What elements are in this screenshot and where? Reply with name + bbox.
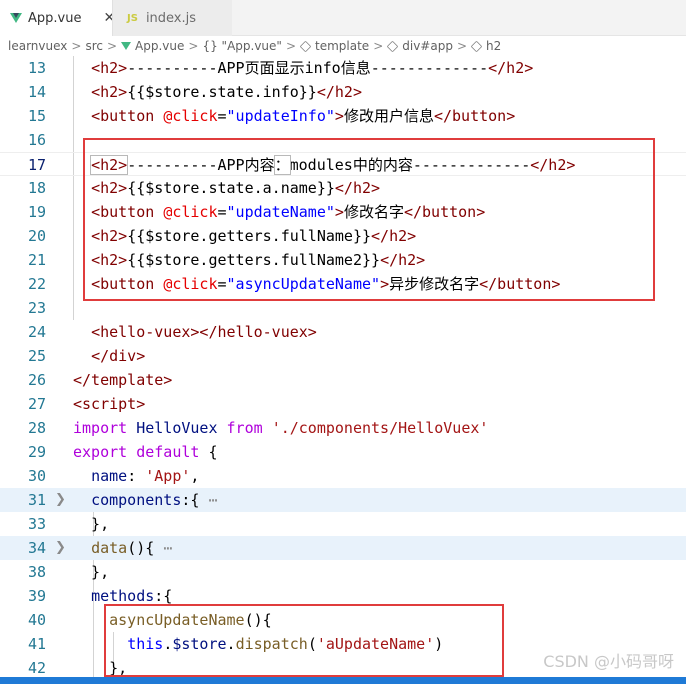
breadcrumb-item-src[interactable]: src [85, 39, 103, 53]
editor-tab-bar: App.vue ✕ JS index.js [0, 0, 686, 36]
highlight-box-methods [104, 604, 504, 677]
line-number: 31 [27, 491, 46, 509]
line-number: 29 [27, 443, 46, 461]
tab-label: App.vue [28, 10, 82, 26]
chevron-right-icon[interactable]: ❯ [55, 536, 66, 560]
line-number: 21 [27, 251, 46, 269]
breadcrumb-item-h2[interactable]: h2 [470, 39, 502, 53]
breadcrumb-item-module[interactable]: {} "App.vue" [202, 39, 281, 53]
breadcrumb-separator: > [285, 39, 297, 53]
code-text: }, [73, 563, 110, 581]
line-number: 13 [27, 59, 46, 77]
line-number: 14 [27, 83, 46, 101]
line-number: 24 [27, 323, 46, 341]
breadcrumb-item-div[interactable]: div#app [386, 39, 453, 53]
code-line-folded: 34 ❯ data(){ ⋯ [0, 536, 686, 560]
line-number: 40 [27, 611, 46, 629]
code-text: </template> [73, 371, 173, 389]
breadcrumb-item-file[interactable]: App.vue [121, 39, 184, 53]
line-number: 38 [27, 563, 46, 581]
breadcrumb-separator: > [373, 39, 384, 53]
line-number: 27 [27, 395, 46, 413]
tab-index-js[interactable]: JS index.js [112, 0, 232, 36]
code-text: </div> [91, 347, 146, 365]
chevron-right-icon[interactable]: ❯ [55, 488, 66, 512]
line-number: 41 [27, 635, 46, 653]
code-text: components:{ ⋯ [91, 491, 218, 509]
breadcrumb-item-folder[interactable]: learnvuex [8, 39, 67, 53]
code-text: <h2>----------APP页面显示info信息-------------… [91, 59, 534, 77]
breadcrumb-separator: > [71, 39, 82, 53]
code-line: 38 }, [0, 560, 686, 584]
vue-file-icon [10, 13, 22, 23]
code-text: data(){ ⋯ [91, 539, 173, 557]
line-number: 18 [27, 179, 46, 197]
highlight-box-template [83, 138, 655, 301]
symbol-element-icon [299, 40, 312, 52]
line-number: 16 [27, 131, 46, 149]
breadcrumb-label: h2 [486, 39, 502, 53]
tab-app-vue[interactable]: App.vue ✕ [0, 0, 115, 36]
code-text: <button @click="updateInfo">修改用户信息</butt… [91, 107, 516, 125]
code-line: 25 </div> [0, 344, 686, 368]
line-number: 34 [27, 539, 46, 557]
code-line: 28 import HelloVuex from './components/H… [0, 416, 686, 440]
line-number: 22 [27, 275, 46, 293]
line-number: 33 [27, 515, 46, 533]
code-text: <hello-vuex></hello-vuex> [91, 323, 317, 341]
breadcrumb-label: App.vue [135, 39, 185, 53]
code-text: <script> [73, 395, 146, 413]
breadcrumb-separator: > [188, 39, 199, 53]
code-line: 14 <h2>{{$store.state.info}}</h2> [0, 80, 686, 104]
breadcrumb-item-template[interactable]: template [299, 39, 370, 53]
line-number: 39 [27, 587, 46, 605]
code-line: 26 </template> [0, 368, 686, 392]
code-text: <h2>{{$store.state.info}}</h2> [91, 83, 362, 101]
breadcrumb-separator: > [456, 39, 468, 53]
js-file-icon: JS [127, 12, 138, 24]
line-number: 26 [27, 371, 46, 389]
line-number: 19 [27, 203, 46, 221]
symbol-element-icon [386, 40, 399, 52]
code-line: 13 <h2>----------APP页面显示info信息----------… [0, 56, 686, 80]
line-number: 17 [27, 156, 46, 174]
line-number: 28 [27, 419, 46, 437]
fold-ellipsis[interactable]: ⋯ [208, 491, 217, 509]
breadcrumb: learnvuex > src > App.vue > {} "App.vue"… [0, 36, 686, 56]
horizontal-scrollbar[interactable] [0, 677, 686, 684]
line-number: 15 [27, 107, 46, 125]
breadcrumb-label: template [315, 39, 370, 53]
breadcrumb-separator: > [106, 39, 118, 53]
line-number: 20 [27, 227, 46, 245]
breadcrumb-label: div#app [402, 39, 453, 53]
code-text: name: 'App', [91, 467, 200, 485]
code-editor[interactable]: 13 <h2>----------APP页面显示info信息----------… [0, 56, 686, 677]
code-line: 29 export default { [0, 440, 686, 464]
code-line: 33 }, [0, 512, 686, 536]
code-text: export default { [73, 443, 218, 461]
symbol-element-icon [470, 40, 483, 52]
code-text: }, [73, 515, 110, 533]
vue-file-icon [121, 42, 132, 50]
code-line: 27 <script> [0, 392, 686, 416]
line-number: 23 [27, 299, 46, 317]
code-line-folded: 31 ❯ components:{ ⋯ [0, 488, 686, 512]
line-number: 25 [27, 347, 46, 365]
code-text: import HelloVuex from './components/Hell… [73, 419, 489, 437]
code-line: 24 <hello-vuex></hello-vuex> [0, 320, 686, 344]
watermark: CSDN @小码哥呀 [543, 652, 674, 671]
fold-ellipsis[interactable]: ⋯ [163, 539, 172, 557]
tab-label: index.js [145, 10, 197, 26]
code-line: 30 name: 'App', [0, 464, 686, 488]
line-number: 30 [27, 467, 46, 485]
code-line: 15 <button @click="updateInfo">修改用户信息</b… [0, 104, 686, 128]
